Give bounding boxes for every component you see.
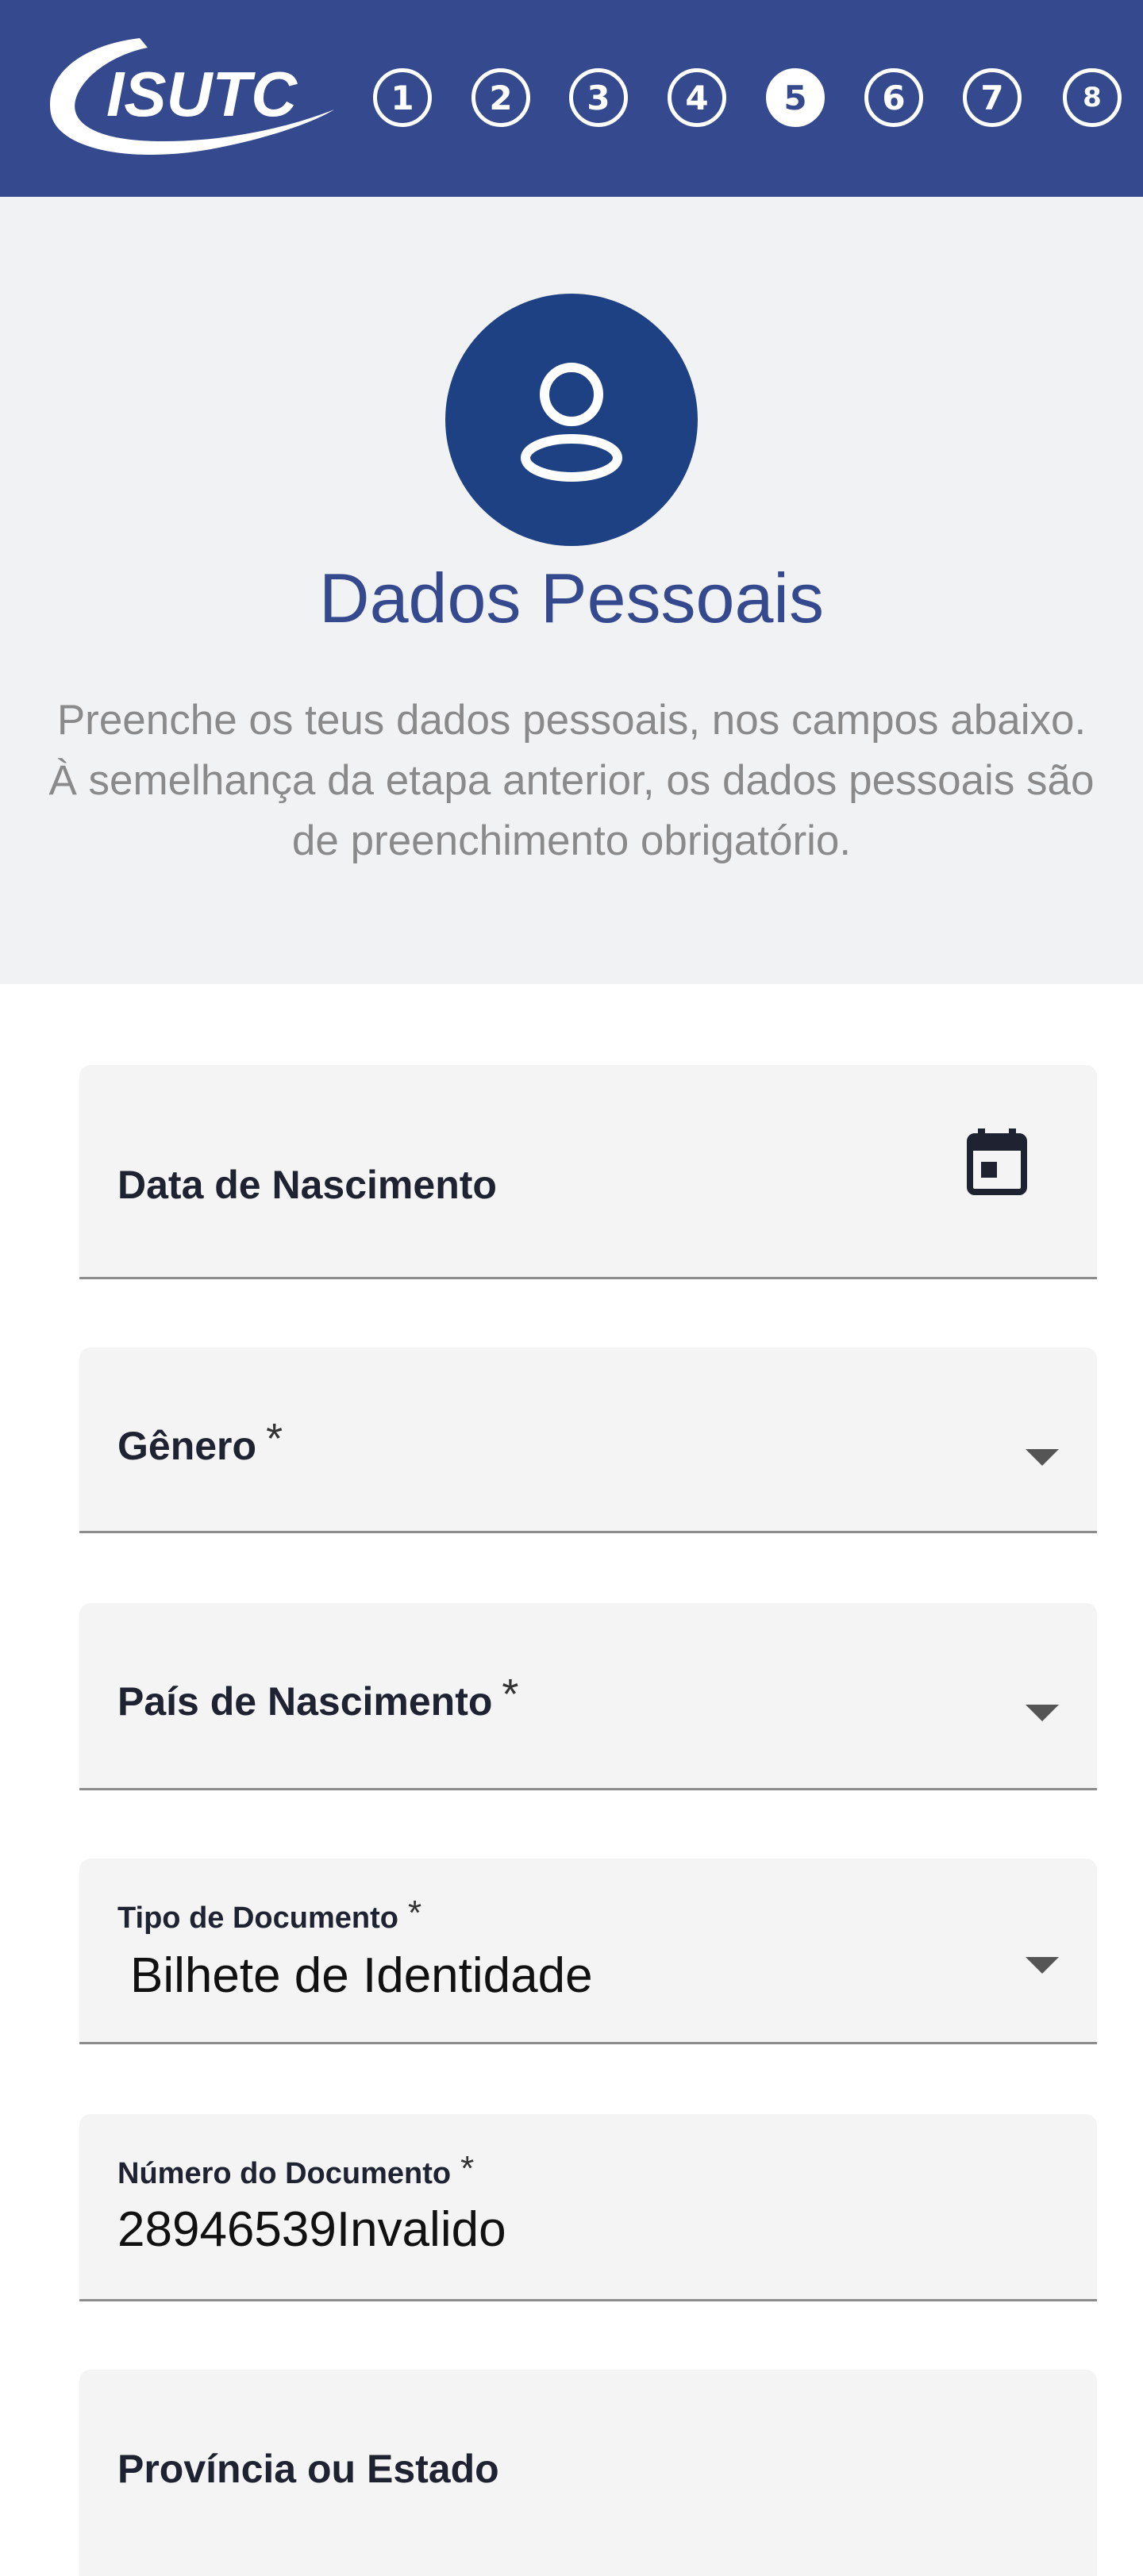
birth-date-field[interactable]: Data de Nascimento (79, 1065, 1097, 1279)
step-5-active[interactable]: 5 (766, 68, 825, 127)
document-number-label: Número do Documento * (117, 2149, 475, 2192)
step-2[interactable]: 2 (471, 68, 530, 127)
gender-label: Gênero * (117, 1415, 283, 1470)
step-7[interactable]: 7 (963, 68, 1022, 127)
province-field[interactable]: Província ou Estado (79, 2370, 1097, 2576)
province-label: Província ou Estado (117, 2447, 499, 2491)
birth-country-select[interactable]: País de Nascimento * (79, 1603, 1097, 1790)
gender-select[interactable]: Gênero * (79, 1348, 1097, 1533)
document-number-value[interactable]: 28946539Invalido (117, 2201, 506, 2258)
step-1[interactable]: 1 (373, 68, 432, 127)
required-marker: * (407, 1894, 422, 1932)
birth-country-label-text: País de Nascimento (117, 1679, 493, 1724)
page-title: Dados Pessoais (319, 559, 824, 637)
caret-down-icon[interactable] (1026, 1705, 1059, 1721)
calendar-icon[interactable] (967, 1128, 1027, 1195)
step-8[interactable]: 8 (1063, 68, 1122, 127)
document-type-value: Bilhete de Identidade (130, 1948, 593, 2003)
caret-down-icon[interactable] (1026, 1957, 1059, 1974)
intro-line-2: À semelhança da etapa anterior, os dados… (48, 757, 1095, 864)
intro-section: Dados Pessoais Preenche os teus dados pe… (0, 197, 1143, 984)
required-marker: * (502, 1671, 519, 1718)
document-type-select[interactable]: Tipo de Documento * Bilhete de Identidade (79, 1859, 1097, 2044)
required-marker: * (266, 1415, 283, 1463)
user-icon (521, 363, 622, 482)
app-header: ISUTC 1 2 3 4 5 6 7 8 (0, 0, 1143, 197)
document-number-field[interactable]: Número do Documento * 28946539Invalido (79, 2114, 1097, 2301)
step-indicator: 1 2 3 4 5 6 7 8 (0, 0, 1143, 197)
document-number-label-text: Número do Documento (117, 2157, 452, 2190)
birth-date-label: Data de Nascimento (117, 1163, 497, 1207)
document-type-label: Tipo de Documento * (117, 1894, 422, 1936)
intro-description: Preenche os teus dados pessoais, nos cam… (32, 690, 1111, 871)
caret-down-icon[interactable] (1026, 1449, 1059, 1466)
gender-label-text: Gênero (117, 1424, 257, 1468)
avatar (445, 294, 698, 546)
intro-line-1: Preenche os teus dados pessoais, nos cam… (56, 697, 1087, 744)
step-3[interactable]: 3 (569, 68, 628, 127)
required-marker: * (460, 2149, 475, 2188)
document-type-label-text: Tipo de Documento (117, 1901, 398, 1935)
birth-country-label: País de Nascimento * (117, 1671, 518, 1725)
step-4[interactable]: 4 (668, 68, 726, 127)
step-6[interactable]: 6 (864, 68, 923, 127)
